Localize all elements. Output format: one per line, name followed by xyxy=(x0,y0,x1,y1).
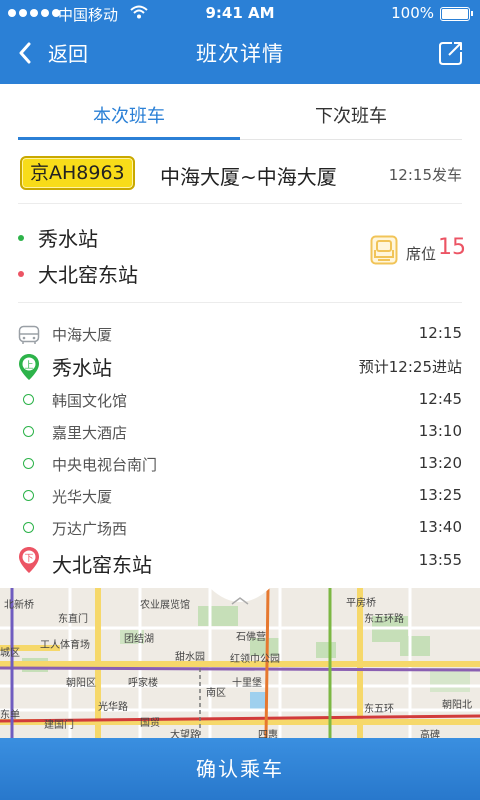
map-label: 朝阳北 xyxy=(442,699,472,711)
map-label: 东五环 xyxy=(364,702,394,715)
seat-label: 席位 xyxy=(406,245,437,263)
map-label: 国贸 xyxy=(140,717,160,729)
share-icon[interactable] xyxy=(438,40,464,66)
timeline-stop-name: 韩国文化馆 xyxy=(52,392,128,410)
map-label: 东单 xyxy=(0,708,20,721)
map-label: 大望路 xyxy=(170,728,200,738)
timeline-stop-time: 13:55 xyxy=(418,551,462,569)
map-label: 城区 xyxy=(0,647,20,659)
board-stop-label: 秀水站 xyxy=(38,227,98,251)
seat-number: 15 xyxy=(438,235,466,260)
page-title: 班次详情 xyxy=(196,42,284,66)
alight-dot-icon xyxy=(18,270,24,277)
timeline-stop-name: 光华大厦 xyxy=(52,488,113,506)
route-map[interactable]: 北新桥 农业展览馆 平房桥 东直门 团结湖 石佛营 工人体育场 甜水园 红领巾公… xyxy=(0,588,480,738)
map-label: 南区 xyxy=(206,686,226,699)
stops-summary: 秀水站 大北窑东站 席位 15 xyxy=(18,205,466,303)
timeline-stop-time: 13:10 xyxy=(418,422,462,440)
tab-bar: 本次班车 下次班车 xyxy=(18,84,462,140)
timeline-stop-name: 中海大厦 xyxy=(52,326,113,344)
map-label: 北新桥 xyxy=(4,598,34,611)
map-label: 十里堡 xyxy=(232,676,262,689)
map-label: 石佛营 xyxy=(236,630,266,643)
alight-stop-label: 大北窑东站 xyxy=(38,263,138,287)
timeline-stop-name: 大北窑东站 xyxy=(52,553,152,577)
map-label: 平房桥 xyxy=(346,596,376,609)
timeline-stop-time: 12:45 xyxy=(418,390,462,408)
nav-bar: 返回 班次详情 xyxy=(0,28,480,80)
map-label: 朝阳区 xyxy=(66,677,96,689)
map-label: 红领巾公园 xyxy=(230,652,280,665)
status-bar: 中国移动 9:41 AM 100% xyxy=(0,0,480,28)
confirm-ride-button[interactable]: 确认乘车 xyxy=(0,738,480,800)
map-label: 光华路 xyxy=(98,700,128,713)
top-bar: 中国移动 9:41 AM 100% 返回 班次详情 xyxy=(0,0,480,84)
battery-percent: 100% xyxy=(391,4,434,22)
map-label: 东五环路 xyxy=(364,612,404,625)
alight-pin-icon: 下 xyxy=(19,547,39,573)
map-canvas: 北新桥 农业展览馆 平房桥 东直门 团结湖 石佛营 工人体育场 甜水园 红领巾公… xyxy=(0,588,480,738)
map-label: 高碑 xyxy=(420,728,440,738)
timeline-stop-name: 中央电视台南门 xyxy=(52,456,158,474)
stop-ring-icon xyxy=(23,490,34,501)
board-pin-icon: 上 xyxy=(19,354,39,380)
map-label: 团结湖 xyxy=(124,632,154,645)
timeline-stop-name: 秀水站 xyxy=(52,356,112,380)
map-label: 农业展览馆 xyxy=(140,598,190,611)
battery-icon xyxy=(440,7,473,21)
map-label: 甜水园 xyxy=(175,650,205,663)
svg-text:上: 上 xyxy=(24,360,33,371)
route-name: 中海大厦~中海大厦 xyxy=(160,165,337,189)
seat-icon xyxy=(370,235,398,265)
timeline-stop-time: 预计12:25进站 xyxy=(358,358,462,376)
stop-ring-icon xyxy=(23,458,34,469)
trip-card: 本次班车 下次班车 京AH8963 中海大厦~中海大厦 12:15发车 秀水站 … xyxy=(0,84,480,604)
license-plate: 京AH8963 xyxy=(20,156,135,190)
svg-text:下: 下 xyxy=(24,554,33,564)
map-label: 四惠 xyxy=(258,728,278,738)
stop-ring-icon xyxy=(23,522,34,533)
timeline-stop-time: 12:15 xyxy=(418,324,462,342)
tab-next-trip[interactable]: 下次班车 xyxy=(240,102,462,128)
timeline-stop-time: 13:40 xyxy=(418,518,462,536)
board-stop: 秀水站 xyxy=(18,223,98,252)
board-dot-icon xyxy=(18,234,24,241)
depart-time: 12:15发车 xyxy=(388,166,462,184)
timeline-stop-time: 13:20 xyxy=(418,454,462,472)
timeline-stop-name: 嘉里大酒店 xyxy=(52,424,128,442)
map-label: 东直门 xyxy=(58,612,88,625)
timeline-stop-time: 13:25 xyxy=(418,486,462,504)
stop-ring-icon xyxy=(23,394,34,405)
active-tab-indicator xyxy=(18,137,240,140)
map-label: 工人体育场 xyxy=(40,638,90,651)
plate-row: 京AH8963 中海大厦~中海大厦 12:15发车 xyxy=(18,146,462,204)
stop-ring-icon xyxy=(23,426,34,437)
map-label: 建国门 xyxy=(44,718,74,731)
map-label: 呼家楼 xyxy=(128,676,158,689)
bus-icon xyxy=(18,325,40,344)
timeline-stop-name: 万达广场西 xyxy=(52,520,128,538)
tab-current-trip[interactable]: 本次班车 xyxy=(18,102,240,128)
alight-stop: 大北窑东站 xyxy=(18,259,138,288)
